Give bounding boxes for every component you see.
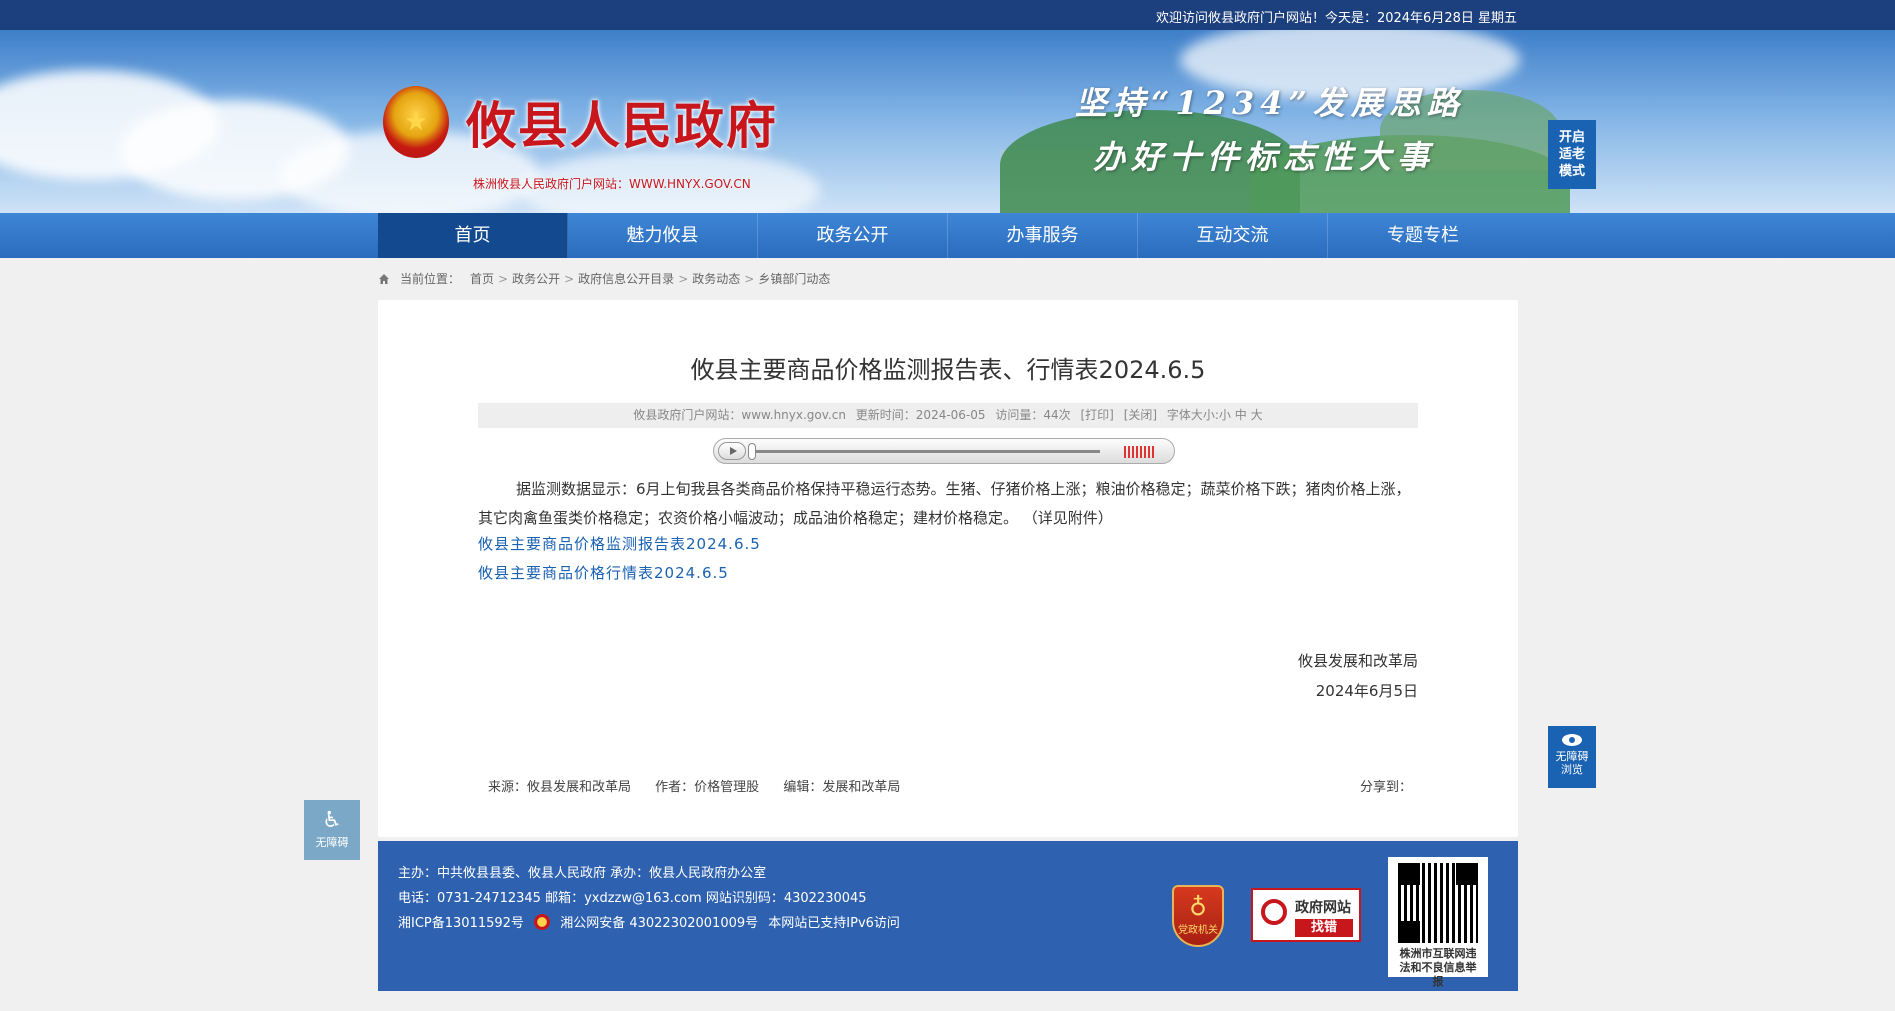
accessibility-label: 无障碍 bbox=[315, 836, 349, 849]
welcome-text: 欢迎访问攸县政府门户网站！今天是：2024年6月28日 星期五 bbox=[1155, 11, 1517, 26]
gov-site-error-report-badge[interactable]: 政府网站 找错 bbox=[1251, 888, 1361, 942]
article-body: 据监测数据显示：6月上旬我县各类商品价格保持平稳运行态势。生猪、仔猪价格上涨；粮… bbox=[478, 480, 1411, 527]
home-icon bbox=[379, 273, 389, 284]
breadcrumb-gov-news[interactable]: 政务动态 bbox=[692, 270, 740, 287]
volume-icon[interactable] bbox=[1124, 446, 1154, 458]
breadcrumb-home[interactable]: 首页 bbox=[470, 270, 494, 287]
nav-item-gov-affairs[interactable]: 政务公开 bbox=[758, 213, 948, 258]
elder-mode-label: 开启适老模式 bbox=[1558, 130, 1585, 179]
slogan-line-1: 坚持“1234”发展思路 bbox=[1075, 84, 1465, 122]
audio-progress-track[interactable] bbox=[752, 450, 1100, 453]
attachment-link-market[interactable]: 攸县主要商品价格行情表2024.6.5 bbox=[478, 562, 729, 583]
attachment-link-report[interactable]: 攸县主要商品价格监测报告表2024.6.5 bbox=[478, 533, 761, 554]
magnifier-icon bbox=[1261, 899, 1287, 925]
police-record-link[interactable]: 湘公网安备 43022302001009号 bbox=[560, 916, 758, 931]
breadcrumb-gov-affairs[interactable]: 政务公开 bbox=[512, 270, 560, 287]
breadcrumb-prefix: 当前位置： bbox=[400, 272, 461, 286]
play-icon[interactable] bbox=[718, 442, 746, 460]
top-bar: 欢迎访问攸县政府门户网站！今天是：2024年6月28日 星期五 bbox=[0, 0, 1895, 30]
report-qr-code[interactable]: 株洲市互联网违法和不良信息举报 bbox=[1388, 857, 1488, 988]
error-badge-title: 政府网站 bbox=[1295, 900, 1351, 916]
site-title: 攸县人民政府 bbox=[466, 96, 778, 155]
audio-player bbox=[713, 438, 1175, 464]
barrier-free-browse-button[interactable]: 无障碍浏览 bbox=[1548, 726, 1596, 788]
article-title: 攸县主要商品价格监测报告表、行情表2024.6.5 bbox=[690, 356, 1206, 384]
print-link[interactable]: [打印] bbox=[1080, 408, 1113, 422]
article-source-row: 来源：攸县发展和改革局 作者：价格管理股 编辑：发展和改革局 bbox=[488, 776, 920, 795]
signature-date: 2024年6月5日 bbox=[1315, 682, 1418, 700]
nav-item-services[interactable]: 办事服务 bbox=[948, 213, 1138, 258]
nav-item-charm[interactable]: 魅力攸县 bbox=[568, 213, 758, 258]
footer: 主办：中共攸县县委、攸县人民政府 承办：攸县人民政府办公室 电话：0731-24… bbox=[378, 841, 1518, 991]
party-gov-badge-label: 党政机关 bbox=[1178, 925, 1218, 936]
close-link[interactable]: [关闭] bbox=[1124, 408, 1157, 422]
font-size-control[interactable]: 字体大小:小 中 大 bbox=[1167, 408, 1263, 422]
breadcrumb: 当前位置： 首页 > 政务公开 > 政府信息公开目录 > 政务动态 > 乡镇部门… bbox=[378, 270, 830, 287]
article-meta: 攸县政府门户网站：www.hnyx.gov.cn 更新时间：2024-06-05… bbox=[478, 403, 1418, 428]
meta-site: 攸县政府门户网站：www.hnyx.gov.cn bbox=[633, 408, 846, 422]
nav-item-home[interactable]: 首页 bbox=[378, 213, 568, 258]
accessibility-float-button[interactable]: ♿ 无障碍 bbox=[304, 800, 360, 860]
footer-info: 主办：中共攸县县委、攸县人民政府 承办：攸县人民政府办公室 电话：0731-24… bbox=[398, 861, 900, 936]
breadcrumb-separator: > bbox=[744, 271, 755, 286]
ipv6-notice: 本网站已支持IPv6访问 bbox=[768, 916, 900, 931]
meta-updated: 更新时间：2024-06-05 bbox=[855, 408, 986, 422]
article-container: 攸县主要商品价格监测报告表、行情表2024.6.5 攸县政府门户网站：www.h… bbox=[378, 300, 1518, 837]
article-editor: 编辑：发展和改革局 bbox=[783, 780, 901, 795]
breadcrumb-info-catalog[interactable]: 政府信息公开目录 bbox=[578, 270, 674, 287]
article-source: 来源：攸县发展和改革局 bbox=[488, 780, 632, 795]
error-badge-action: 找错 bbox=[1295, 919, 1353, 937]
party-gov-badge[interactable]: ♁ 党政机关 bbox=[1172, 885, 1224, 947]
qr-caption: 株洲市互联网违法和不良信息举报 bbox=[1399, 947, 1477, 988]
signature-org: 攸县发展和改革局 bbox=[1297, 652, 1418, 670]
national-emblem-icon: ★ bbox=[383, 86, 449, 158]
slogan-line-2: 办好十件标志性大事 bbox=[1093, 138, 1436, 176]
article-author: 作者：价格管理股 bbox=[655, 780, 760, 795]
meta-visits: 访问量：44次 bbox=[995, 408, 1071, 422]
barrier-free-browse-label: 无障碍浏览 bbox=[1555, 750, 1589, 776]
audio-progress-handle[interactable] bbox=[748, 443, 756, 460]
share-label: 分享到： bbox=[1360, 780, 1413, 795]
eye-icon bbox=[1562, 734, 1582, 746]
breadcrumb-separator: > bbox=[564, 271, 575, 286]
icp-link[interactable]: 湘ICP备13011592号 bbox=[398, 916, 524, 931]
footer-records: 湘ICP备13011592号 湘公网安备 43022302001009号 本网站… bbox=[398, 911, 900, 936]
main-nav: 首页 魅力攸县 政务公开 办事服务 互动交流 专题专栏 bbox=[0, 213, 1895, 258]
site-subtitle: 株洲攸县人民政府门户网站：WWW.HNYX.GOV.CN bbox=[473, 177, 751, 191]
police-badge-icon bbox=[534, 914, 551, 930]
party-gov-badge-icon: ♁ bbox=[1189, 893, 1207, 921]
breadcrumb-separator: > bbox=[498, 271, 509, 286]
breadcrumb-separator: > bbox=[678, 271, 689, 286]
header-banner: ★ 攸县人民政府 株洲攸县人民政府门户网站：WWW.HNYX.GOV.CN 坚持… bbox=[0, 30, 1895, 213]
elder-mode-button[interactable]: 开启适老模式 bbox=[1548, 120, 1596, 189]
footer-contact: 电话：0731-24712345 邮箱：yxdzzw@163.com 网站识别码… bbox=[398, 891, 867, 906]
nav-item-interaction[interactable]: 互动交流 bbox=[1138, 213, 1328, 258]
breadcrumb-town-news[interactable]: 乡镇部门动态 bbox=[758, 270, 830, 287]
wheelchair-icon: ♿ bbox=[322, 808, 342, 833]
nav-item-topics[interactable]: 专题专栏 bbox=[1328, 213, 1518, 258]
footer-sponsor: 主办：中共攸县县委、攸县人民政府 承办：攸县人民政府办公室 bbox=[398, 866, 767, 881]
qr-code-icon bbox=[1398, 863, 1478, 943]
